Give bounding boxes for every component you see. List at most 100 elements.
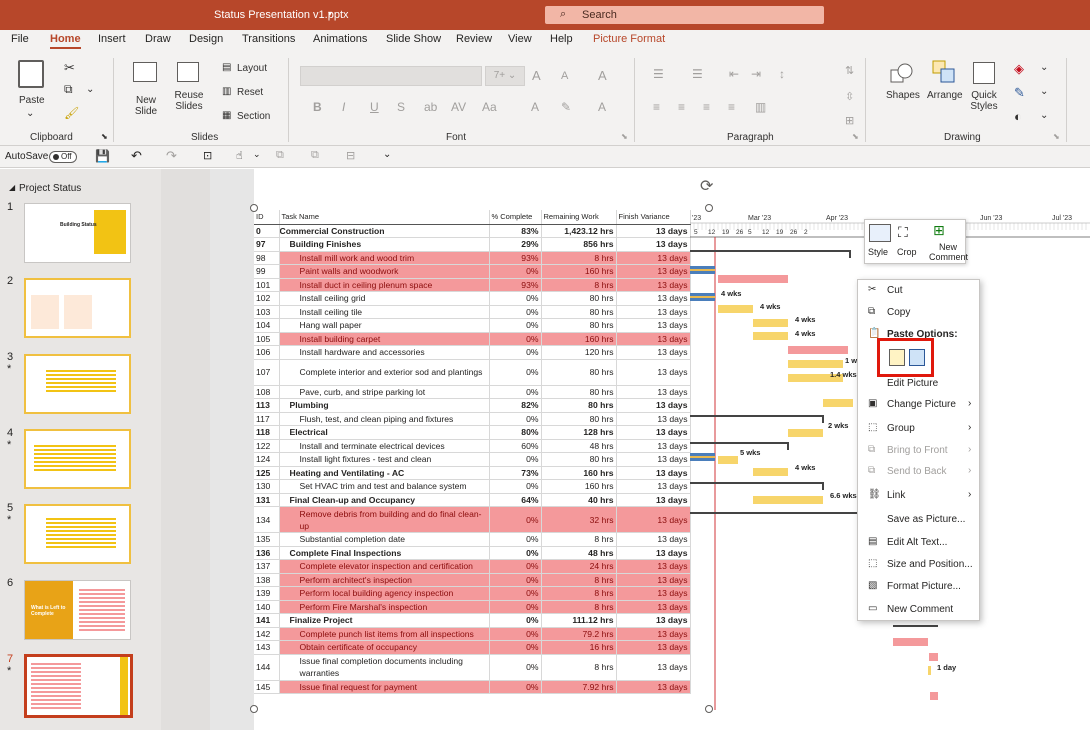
text-direction-icon[interactable]: ⇅ xyxy=(845,64,854,77)
qat-item-icon[interactable]: ⊟ xyxy=(346,149,355,162)
selection-handle[interactable] xyxy=(250,204,258,212)
increase-font-icon[interactable]: A xyxy=(532,68,541,83)
bullets-icon[interactable]: ☰ xyxy=(653,67,664,81)
save-as-picture-menu-item[interactable]: Save as Picture... xyxy=(887,514,965,525)
selection-handle[interactable] xyxy=(705,204,713,212)
format-painter-icon[interactable]: 🖌 xyxy=(64,106,79,120)
increase-indent-icon[interactable]: ⇥ xyxy=(751,67,761,81)
decrease-font-icon[interactable]: A xyxy=(561,70,568,82)
copy-menu-item[interactable]: Copy xyxy=(887,307,910,318)
rotate-handle-icon[interactable]: ⟳ xyxy=(700,176,713,196)
font-launcher-icon[interactable]: ⬊ xyxy=(621,132,628,141)
smartart-icon[interactable]: ⊞ xyxy=(845,114,854,127)
section-button[interactable]: Section xyxy=(237,111,270,122)
style-button[interactable]: Style xyxy=(868,247,888,257)
character-spacing-icon[interactable]: AV xyxy=(451,100,466,114)
autosave-toggle[interactable]: Off xyxy=(49,151,77,163)
shape-outline-icon[interactable]: ✎ xyxy=(1014,85,1025,101)
link-menu-item[interactable]: Link xyxy=(887,490,905,501)
tab-transitions[interactable]: Transitions xyxy=(242,33,295,45)
highlight-icon[interactable]: ✎ xyxy=(561,100,571,114)
slide-thumbnail-7[interactable] xyxy=(24,654,133,718)
align-text-icon[interactable]: ⇳ xyxy=(845,90,854,103)
copy-icon[interactable]: ⧉ xyxy=(64,82,73,97)
task-table[interactable]: ID Task Name% Complete Remaining Work Finis… xyxy=(254,210,691,694)
shape-fill-dropdown-icon[interactable]: ⌄ xyxy=(1040,62,1048,73)
layout-button[interactable]: Layout xyxy=(237,63,267,74)
paste-keep-formatting-icon[interactable] xyxy=(889,349,905,366)
edit-picture-menu-item[interactable]: Edit Picture xyxy=(887,378,938,389)
tab-animations[interactable]: Animations xyxy=(313,33,367,45)
cut-menu-item[interactable]: Cut xyxy=(887,285,903,296)
align-center-icon[interactable]: ≡ xyxy=(678,100,685,114)
numbering-icon[interactable]: ☰ xyxy=(692,67,703,81)
save-icon[interactable]: 💾 xyxy=(95,149,110,163)
drawing-launcher-icon[interactable]: ⬊ xyxy=(1053,132,1060,141)
slide-thumbnail-4[interactable] xyxy=(24,429,131,489)
clipboard-launcher-icon[interactable]: ⬊ xyxy=(101,132,108,141)
tab-review[interactable]: Review xyxy=(456,33,492,45)
shape-effects-icon[interactable]: ◐ xyxy=(1014,109,1022,124)
slide-thumbnail-3[interactable] xyxy=(24,354,131,414)
shape-fill-icon[interactable]: ◈ xyxy=(1014,61,1024,77)
send-to-back-menu-item[interactable]: Send to Back xyxy=(887,466,946,477)
touch-dropdown-icon[interactable]: ⌄ xyxy=(253,149,261,160)
edit-alt-text-menu-item[interactable]: Edit Alt Text... xyxy=(887,537,947,548)
line-spacing-icon[interactable]: ↕ xyxy=(779,67,785,81)
strikethrough-icon[interactable]: ab xyxy=(424,100,437,114)
pane-splitter[interactable] xyxy=(161,169,210,730)
copy-dropdown-icon[interactable]: ⌄ xyxy=(86,84,94,95)
paragraph-launcher-icon[interactable]: ⬊ xyxy=(852,132,859,141)
align-right-icon[interactable]: ≡ xyxy=(703,100,710,114)
arrange-button[interactable]: Arrange xyxy=(927,90,963,101)
tab-view[interactable]: View xyxy=(508,33,532,45)
new-slide-button[interactable]: New Slide xyxy=(131,95,161,117)
new-comment-menu-item[interactable]: New Comment xyxy=(887,604,953,615)
slide-thumbnail-6[interactable]: What is Left to Complete xyxy=(24,580,131,640)
tab-design[interactable]: Design xyxy=(189,33,223,45)
change-picture-menu-item[interactable]: Change Picture xyxy=(887,399,956,410)
align-left-icon[interactable]: ≡ xyxy=(653,100,660,114)
paste-as-picture-icon[interactable] xyxy=(909,349,925,366)
bring-to-front-menu-item[interactable]: Bring to Front xyxy=(887,445,948,456)
justify-icon[interactable]: ≡ xyxy=(728,100,735,114)
shape-outline-dropdown-icon[interactable]: ⌄ xyxy=(1040,86,1048,97)
reuse-slides-button[interactable]: Reuse Slides xyxy=(174,90,204,112)
tab-picture-format[interactable]: Picture Format xyxy=(593,33,665,45)
paste-button[interactable]: Paste xyxy=(19,95,45,106)
clear-formatting-icon[interactable]: A xyxy=(598,68,607,83)
decrease-indent-icon[interactable]: ⇤ xyxy=(729,67,739,81)
undo-icon[interactable]: ↶ xyxy=(131,148,142,164)
font-name-field[interactable] xyxy=(300,66,482,86)
slide-thumbnail-2[interactable] xyxy=(24,278,131,338)
size-position-menu-item[interactable]: Size and Position... xyxy=(887,559,973,570)
font-size-field[interactable]: 7+ ⌄ xyxy=(485,66,525,86)
slide-thumbnail-5[interactable] xyxy=(24,504,131,564)
tab-help[interactable]: Help xyxy=(550,33,573,45)
slide-thumbnail-1[interactable]: Building Status xyxy=(24,203,131,263)
redo-icon[interactable]: ↷ xyxy=(166,148,177,164)
selection-handle[interactable] xyxy=(705,705,713,713)
present-icon[interactable]: ⊡ xyxy=(203,149,212,162)
format-picture-menu-item[interactable]: Format Picture... xyxy=(887,581,961,592)
touch-mode-icon[interactable]: ☝ xyxy=(236,149,243,162)
shadow-icon[interactable]: S xyxy=(397,100,405,114)
section-collapse-icon[interactable]: ◢ xyxy=(9,183,15,192)
change-case-icon[interactable]: Aa xyxy=(482,100,497,114)
section-title[interactable]: Project Status xyxy=(19,183,81,194)
underline-icon[interactable]: U xyxy=(370,100,379,114)
group-menu-item[interactable]: Group xyxy=(887,423,915,434)
tab-file[interactable]: File xyxy=(11,33,29,45)
qat-item-icon[interactable]: ⧉ xyxy=(276,149,284,162)
tab-home[interactable]: Home xyxy=(50,33,81,49)
selection-handle[interactable] xyxy=(250,705,258,713)
italic-icon[interactable]: I xyxy=(342,100,345,114)
tab-insert[interactable]: Insert xyxy=(98,33,126,45)
cut-icon[interactable]: ✂ xyxy=(64,60,75,76)
customize-qat-icon[interactable]: ⌄ xyxy=(383,149,391,160)
bold-icon[interactable]: B xyxy=(313,100,322,114)
font-color-icon[interactable]: A xyxy=(598,100,606,114)
tab-draw[interactable]: Draw xyxy=(145,33,171,45)
title-dropdown-icon[interactable]: ▾ xyxy=(328,9,332,18)
reset-button[interactable]: Reset xyxy=(237,87,263,98)
